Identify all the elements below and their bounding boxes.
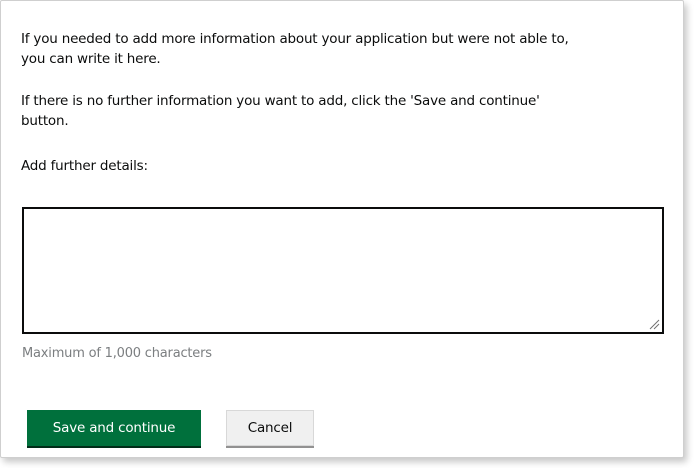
instruction-line-2: button. (21, 113, 69, 129)
character-limit-hint: Maximum of 1,000 characters (22, 346, 212, 361)
intro-line-2: you can write it here. (21, 51, 161, 67)
resize-handle-icon[interactable] (648, 318, 660, 330)
cancel-button[interactable]: Cancel (226, 410, 314, 446)
instruction-line-1: If there is no further information you w… (21, 93, 540, 109)
further-details-label: Add further details: (21, 158, 148, 174)
further-details-textarea-wrapper (22, 207, 664, 334)
intro-line-1: If you needed to add more information ab… (21, 31, 569, 47)
instruction-paragraph: If there is no further information you w… (21, 91, 681, 131)
save-and-continue-button[interactable]: Save and continue (27, 410, 201, 446)
intro-paragraph: If you needed to add more information ab… (21, 29, 681, 69)
further-details-textarea[interactable] (24, 209, 662, 332)
further-details-panel: If you needed to add more information ab… (0, 0, 684, 458)
